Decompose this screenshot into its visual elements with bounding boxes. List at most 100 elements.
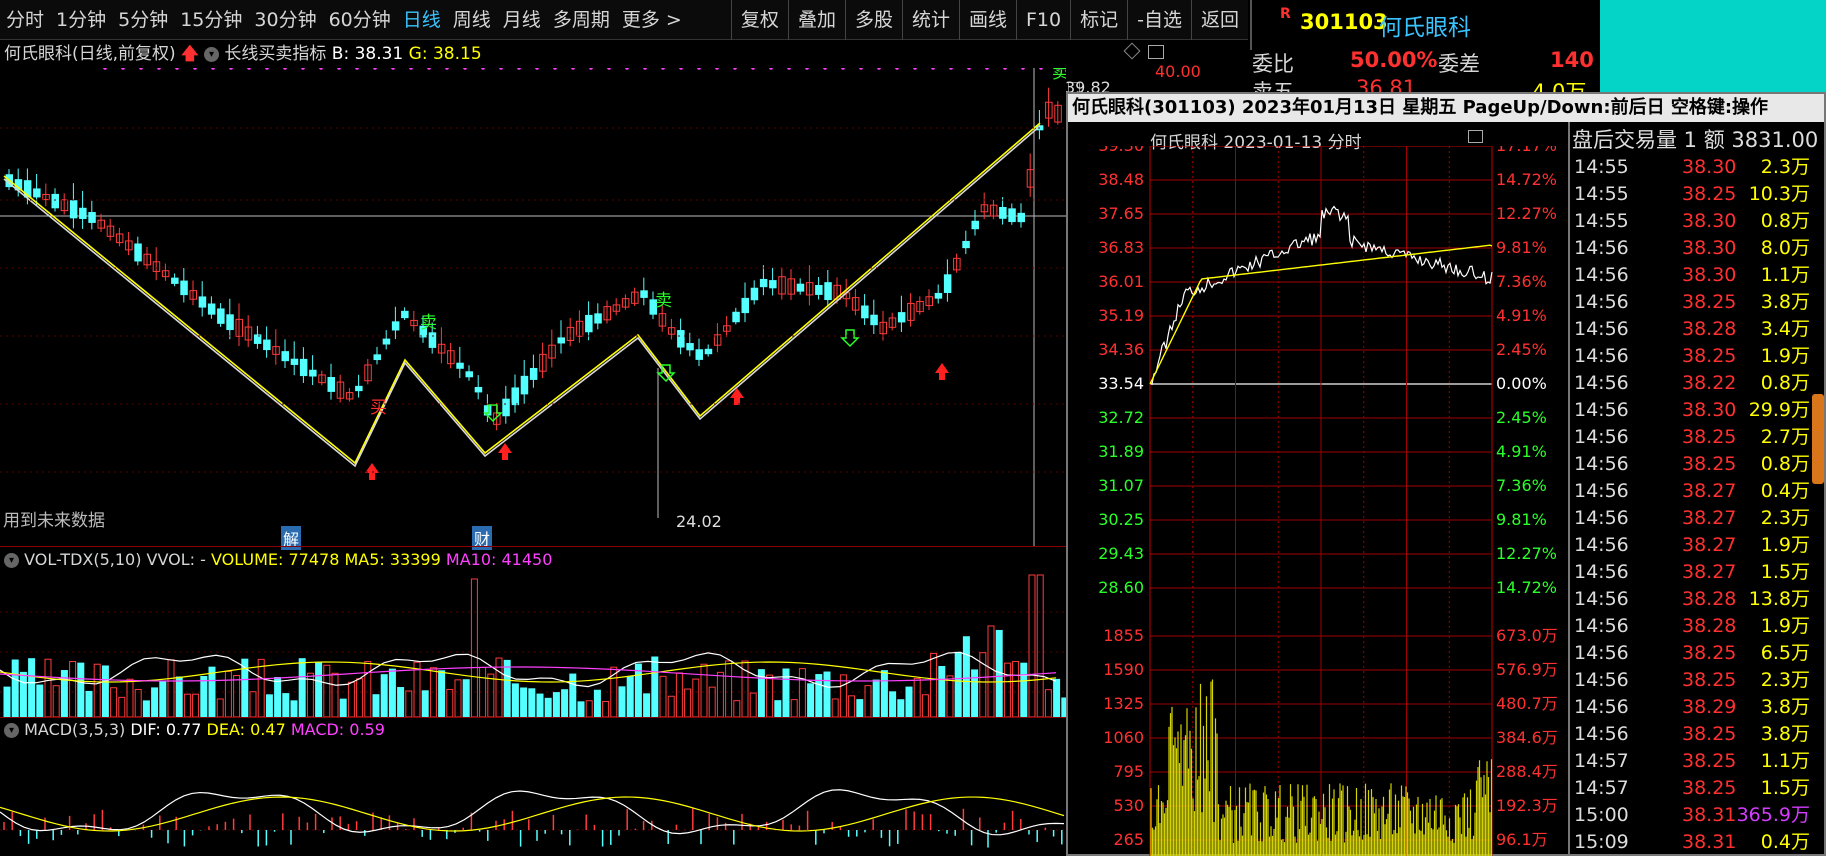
indicator-name[interactable]: 长线买卖指标 xyxy=(224,44,326,64)
volume-bar xyxy=(938,665,946,717)
tool-button[interactable]: 画线 xyxy=(958,0,1016,40)
price-label: 33.54 xyxy=(1098,374,1144,393)
trade-row[interactable]: 14:56 38.25 2.7万 xyxy=(1572,424,1826,451)
trade-row[interactable]: 14:56 38.27 0.4万 xyxy=(1572,478,1826,505)
volume-bar xyxy=(470,578,478,717)
intraday-chart[interactable]: 39.30 17.17% 38.48 14.72% 37.65 12.27% 36.83 9.… xyxy=(1068,146,1568,856)
popup-panel-toggle-icon[interactable] xyxy=(1468,130,1483,143)
dea-value: DEA: 0.47 xyxy=(206,720,286,739)
trade-price: 38.30 xyxy=(1682,399,1737,421)
period-tab[interactable]: 月线 xyxy=(497,0,547,40)
volume-indicator-name[interactable]: VOL-TDX(5,10) xyxy=(24,550,141,569)
volume-dropdown-icon[interactable]: ▾ xyxy=(4,553,19,568)
percent-label: 7.36% xyxy=(1496,272,1547,291)
period-tab[interactable]: 分时 xyxy=(0,0,50,40)
period-tab[interactable]: 1分钟 xyxy=(50,0,112,40)
candle xyxy=(686,343,694,351)
trade-row[interactable]: 14:56 38.27 1.5万 xyxy=(1572,559,1826,586)
trade-price: 38.25 xyxy=(1682,183,1737,205)
event-dot xyxy=(391,68,395,70)
tool-button[interactable]: F10 xyxy=(1016,0,1070,40)
indicator-dropdown-icon[interactable]: ▾ xyxy=(203,46,219,62)
panel-toggle-icon[interactable] xyxy=(1148,45,1164,59)
candle xyxy=(769,280,777,289)
volume-amount-label: 480.7万 xyxy=(1496,694,1558,713)
volume-bar xyxy=(356,678,364,717)
popup-title[interactable]: 何氏眼科(301103) 2023年01月13日 星期五 PageUp/Down… xyxy=(1068,94,1824,122)
trade-list[interactable]: 14:55 38.30 2.3万 14:55 38.25 10.3万 14:55 38.30 0… xyxy=(1572,154,1826,856)
event-dot xyxy=(121,68,125,70)
trade-time: 14:55 xyxy=(1574,210,1629,232)
candle xyxy=(750,287,759,301)
trade-row[interactable]: 14:57 38.25 1.5万 xyxy=(1572,775,1826,802)
trade-volume: 0.8万 xyxy=(1760,372,1810,394)
tool-button[interactable]: 多股 xyxy=(844,0,902,40)
trade-row[interactable]: 14:55 38.30 0.8万 xyxy=(1572,208,1826,235)
trade-row[interactable]: 14:56 38.25 2.3万 xyxy=(1572,667,1826,694)
event-dot xyxy=(679,68,683,70)
trade-row[interactable]: 14:56 38.29 3.8万 xyxy=(1572,694,1826,721)
trade-row[interactable]: 14:56 38.25 0.8万 xyxy=(1572,451,1826,478)
trade-row[interactable]: 14:57 38.25 1.1万 xyxy=(1572,748,1826,775)
trade-row[interactable]: 14:56 38.28 13.8万 xyxy=(1572,586,1826,613)
volume-bar xyxy=(1044,689,1052,717)
percent-label: 2.45% xyxy=(1496,340,1547,359)
tool-button[interactable]: 标记 xyxy=(1070,0,1127,40)
trade-row[interactable]: 14:55 38.30 2.3万 xyxy=(1572,154,1826,181)
trade-row[interactable]: 14:56 38.30 8.0万 xyxy=(1572,235,1826,262)
period-tab[interactable]: 周线 xyxy=(447,0,497,40)
event-dot xyxy=(427,68,431,70)
period-tab[interactable]: 日线 xyxy=(397,0,447,40)
trade-row[interactable]: 14:55 38.25 10.3万 xyxy=(1572,181,1826,208)
volume-chart[interactable] xyxy=(0,572,1066,717)
macd-indicator-name[interactable]: MACD(3,5,3) xyxy=(24,720,125,739)
tool-button[interactable]: 叠加 xyxy=(787,0,845,40)
period-tab[interactable]: 30分钟 xyxy=(248,0,322,40)
period-tab[interactable]: 更多 > xyxy=(616,0,688,40)
candle xyxy=(870,314,878,326)
tool-button[interactable]: 返回 xyxy=(1190,0,1248,40)
trade-row[interactable]: 14:56 38.30 29.9万 xyxy=(1572,397,1826,424)
trade-row[interactable]: 14:56 38.25 3.8万 xyxy=(1572,721,1826,748)
tool-button[interactable]: 复权 xyxy=(730,0,788,40)
event-dot xyxy=(859,68,863,70)
trade-row[interactable]: 14:56 38.30 1.1万 xyxy=(1572,262,1826,289)
volume-bar xyxy=(536,693,544,717)
trade-row[interactable]: 14:56 38.25 3.8万 xyxy=(1572,289,1826,316)
period-tab[interactable]: 60分钟 xyxy=(323,0,397,40)
candlestick-chart[interactable]: 卖卖买卖 xyxy=(0,68,1066,546)
candle xyxy=(382,338,391,345)
volume-bar xyxy=(118,696,126,717)
trade-row[interactable]: 14:56 38.25 1.9万 xyxy=(1572,343,1826,370)
trade-row[interactable]: 15:00 38.31 365.9万 xyxy=(1572,802,1826,829)
tool-button[interactable]: -自选 xyxy=(1127,0,1191,40)
period-tab[interactable]: 5分钟 xyxy=(112,0,174,40)
draw-diamond-icon[interactable] xyxy=(1123,42,1141,60)
candle xyxy=(971,220,979,230)
trade-row[interactable]: 14:56 38.27 1.9万 xyxy=(1572,532,1826,559)
order-book-summary: 委比 50.00% 委差 140 卖五 36.81 4.0万 xyxy=(1250,46,1600,104)
trade-row[interactable]: 14:56 38.28 3.4万 xyxy=(1572,316,1826,343)
trade-row[interactable]: 14:56 38.25 6.5万 xyxy=(1572,640,1826,667)
macd-dropdown-icon[interactable]: ▾ xyxy=(4,723,19,738)
volume-bar xyxy=(380,674,388,717)
trade-price: 38.27 xyxy=(1682,480,1737,502)
volume-bar xyxy=(602,700,610,717)
volume-amount-label: 288.4万 xyxy=(1496,762,1558,781)
trade-row[interactable]: 14:56 38.27 2.3万 xyxy=(1572,505,1826,532)
event-dot xyxy=(553,68,557,70)
trade-row[interactable]: 14:56 38.28 1.9万 xyxy=(1572,613,1826,640)
volume-bar xyxy=(298,658,306,717)
scrollbar-thumb[interactable] xyxy=(1812,394,1824,484)
price-label: 30.25 xyxy=(1098,510,1144,529)
trade-row[interactable]: 15:09 38.31 0.4万 xyxy=(1572,829,1826,856)
main-chart-header: 何氏眼科(日线,前复权) 🡅 ▾ 长线买卖指标 B: 38.31 G: 38.1… xyxy=(4,40,482,68)
trade-row[interactable]: 14:56 38.22 0.8万 xyxy=(1572,370,1826,397)
volume-bar xyxy=(528,688,536,717)
candle xyxy=(520,375,529,395)
macd-chart[interactable] xyxy=(0,742,1066,856)
period-tab[interactable]: 15分钟 xyxy=(174,0,248,40)
volume-bar xyxy=(766,674,774,717)
period-tab[interactable]: 多周期 xyxy=(547,0,616,40)
tool-button[interactable]: 统计 xyxy=(901,0,959,40)
